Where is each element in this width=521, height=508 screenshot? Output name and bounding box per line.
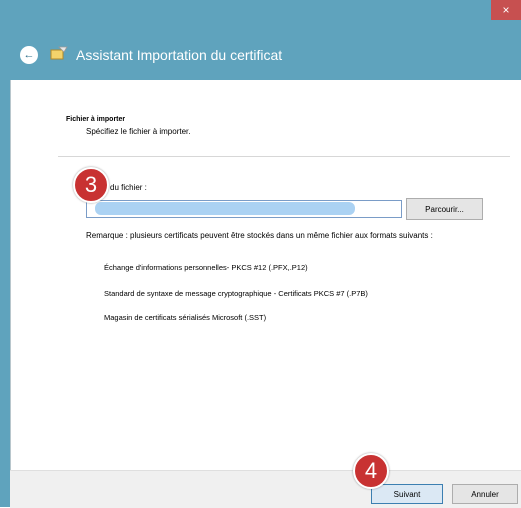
certificate-wizard-icon <box>50 46 68 60</box>
cancel-button[interactable]: Annuler <box>452 484 518 504</box>
next-button[interactable]: Suivant <box>371 484 443 504</box>
step-3-badge: 3 <box>73 167 109 203</box>
section-subtitle: Spécifiez le fichier à importer. <box>86 127 191 136</box>
redacted-file-path <box>95 202 355 215</box>
wizard-content <box>10 80 521 470</box>
format-item-sst: Magasin de certificats sérialisés Micros… <box>104 313 267 322</box>
format-item-p7b: Standard de syntaxe de message cryptogra… <box>104 289 368 298</box>
browse-button[interactable]: Parcourir... <box>406 198 483 220</box>
file-name-label: du fichier : <box>110 183 147 192</box>
back-button[interactable]: ← <box>20 46 38 64</box>
formats-remark: Remarque : plusieurs certificats peuvent… <box>86 231 433 240</box>
wizard-title: Assistant Importation du certificat <box>76 47 283 63</box>
format-item-pfx: Échange d'informations personnelles- PKC… <box>104 263 308 272</box>
window-left-edge <box>0 0 10 507</box>
wizard-header <box>10 0 521 80</box>
back-arrow-icon: ← <box>23 49 35 61</box>
step-4-badge: 4 <box>353 453 389 489</box>
section-title: Fichier à importer <box>66 116 126 123</box>
content-left-border <box>10 80 11 507</box>
close-button[interactable]: × <box>491 0 521 20</box>
wizard-footer <box>10 470 521 508</box>
section-divider <box>58 156 510 157</box>
